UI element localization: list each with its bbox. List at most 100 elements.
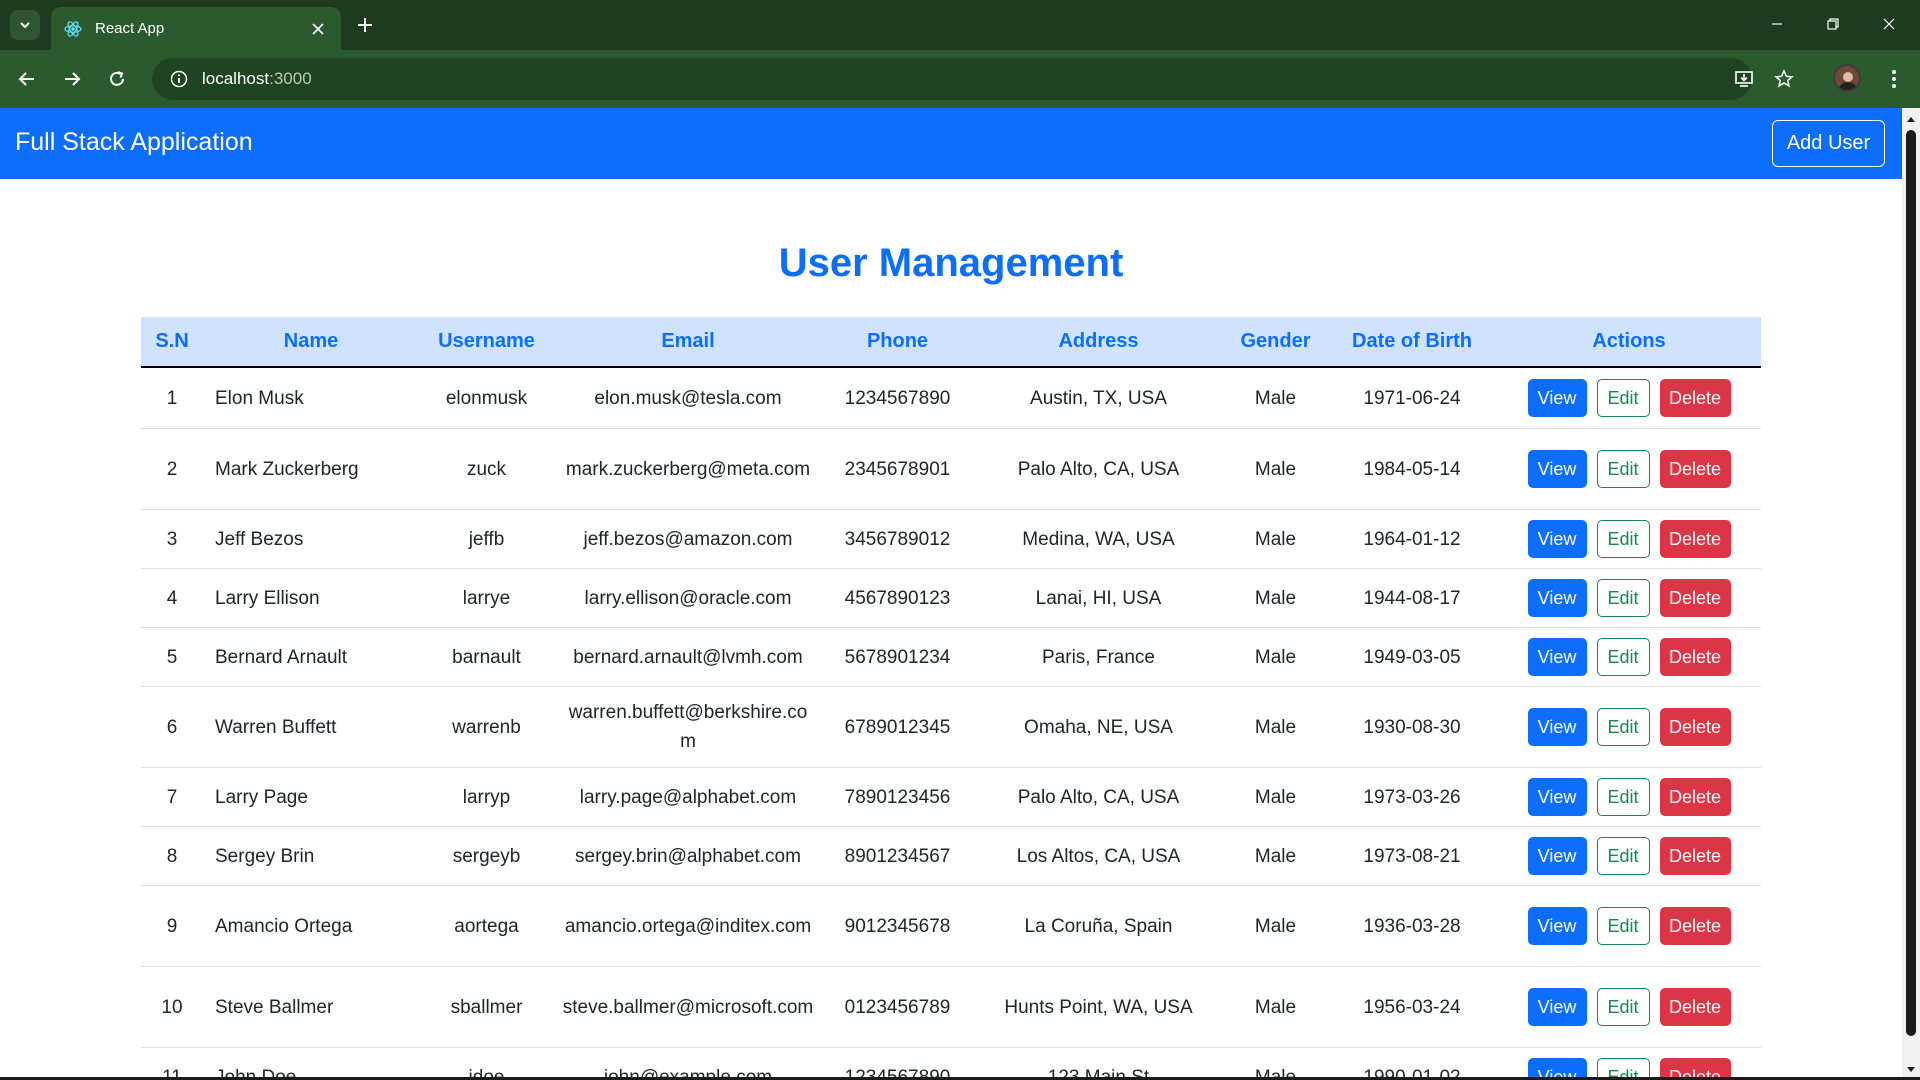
cell-username: sergeyb	[452, 845, 521, 867]
cell-name: Warren Buffett	[215, 716, 337, 738]
browser-menu-button[interactable]	[1878, 63, 1910, 95]
view-button[interactable]: View	[1527, 837, 1587, 875]
cell-sn: 2	[166, 458, 178, 480]
cell-sn: 10	[161, 996, 183, 1018]
edit-button[interactable]: Edit	[1596, 837, 1650, 875]
delete-button[interactable]: Delete	[1659, 379, 1731, 417]
cell-gender: Male	[1254, 996, 1297, 1018]
edit-button[interactable]: Edit	[1596, 450, 1650, 488]
app-navbar: Full Stack Application Add User	[0, 108, 1902, 179]
bookmark-button[interactable]	[1768, 63, 1800, 95]
view-button[interactable]: View	[1527, 778, 1587, 816]
reload-button[interactable]	[101, 63, 133, 95]
scrollbar-thumb[interactable]	[1906, 130, 1916, 1036]
profile-avatar[interactable]	[1833, 64, 1861, 92]
cell-sn: 4	[166, 587, 178, 609]
cell-actions: View Edit Delete	[1497, 628, 1761, 686]
chevron-down-icon	[20, 22, 30, 29]
edit-button[interactable]: Edit	[1596, 708, 1650, 746]
cell-address: Palo Alto, CA, USA	[1017, 458, 1180, 480]
cell-email: mark.zuckerberg@meta.com	[565, 458, 811, 480]
delete-button[interactable]: Delete	[1659, 907, 1731, 945]
users-table: S.N Name Username Email Phone Address Ge…	[141, 317, 1761, 1080]
view-button[interactable]: View	[1527, 907, 1587, 945]
install-app-button[interactable]	[1728, 63, 1760, 95]
view-button[interactable]: View	[1527, 379, 1587, 417]
cell-name: Elon Musk	[215, 387, 304, 409]
cell-actions: View Edit Delete	[1497, 368, 1761, 428]
tab-title: React App	[95, 20, 165, 37]
table-row: 7 Larry Page larryp larry.page@alphabet.com…	[141, 768, 1761, 827]
scroll-down-icon[interactable]	[1902, 1061, 1920, 1078]
tab-search-button[interactable]	[10, 10, 40, 40]
cell-name: Mark Zuckerberg	[215, 458, 359, 480]
cell-actions: View Edit Delete	[1497, 768, 1761, 826]
table-row: 6 Warren Buffett warrenb warren.buffett@ber…	[141, 687, 1761, 768]
page-scrollbar[interactable]	[1902, 108, 1920, 1080]
site-info-icon[interactable]	[168, 68, 190, 90]
column-header-phone: Phone	[866, 330, 929, 352]
cell-phone: 6789012345	[844, 716, 951, 738]
cell-address: Los Altos, CA, USA	[1016, 845, 1181, 867]
cell-phone: 1234567890	[844, 1066, 951, 1080]
cell-username: jeffb	[468, 528, 505, 550]
edit-button[interactable]: Edit	[1596, 520, 1650, 558]
cell-dob: 1971-06-24	[1363, 387, 1461, 409]
back-button[interactable]	[11, 63, 43, 95]
edit-button[interactable]: Edit	[1596, 907, 1650, 945]
view-button[interactable]: View	[1527, 708, 1587, 746]
view-button[interactable]: View	[1527, 988, 1587, 1026]
cell-email: larry.page@alphabet.com	[579, 786, 797, 808]
cell-username: zuck	[466, 458, 507, 480]
delete-button[interactable]: Delete	[1659, 579, 1731, 617]
delete-button[interactable]: Delete	[1659, 988, 1731, 1026]
app-brand[interactable]: Full Stack Application	[15, 128, 253, 157]
new-tab-button[interactable]	[352, 12, 378, 38]
table-header: S.N Name Username Email Phone Address Ge…	[141, 317, 1761, 368]
forward-button[interactable]	[56, 63, 88, 95]
delete-button[interactable]: Delete	[1659, 450, 1731, 488]
cell-gender: Male	[1254, 646, 1297, 668]
delete-button[interactable]: Delete	[1659, 708, 1731, 746]
delete-button[interactable]: Delete	[1659, 520, 1731, 558]
cell-gender: Male	[1254, 387, 1297, 409]
cell-gender: Male	[1254, 458, 1297, 480]
cell-dob: 1964-01-12	[1363, 528, 1461, 550]
edit-button[interactable]: Edit	[1596, 778, 1650, 816]
cell-email: sergey.brin@alphabet.com	[575, 845, 801, 867]
edit-button[interactable]: Edit	[1596, 579, 1650, 617]
delete-button[interactable]: Delete	[1659, 778, 1731, 816]
column-header-name: Name	[283, 330, 339, 352]
cell-dob: 1973-08-21	[1363, 845, 1461, 867]
cell-address: La Coruña, Spain	[1024, 915, 1173, 937]
close-tab-icon[interactable]	[307, 18, 329, 40]
delete-button[interactable]: Delete	[1659, 837, 1731, 875]
edit-button[interactable]: Edit	[1596, 988, 1650, 1026]
cell-phone: 5678901234	[844, 646, 951, 668]
delete-button[interactable]: Delete	[1659, 638, 1731, 676]
view-button[interactable]: View	[1527, 450, 1587, 488]
view-button[interactable]: View	[1527, 520, 1587, 558]
browser-tab[interactable]: React App	[51, 7, 341, 50]
cell-address: Paris, France	[1042, 646, 1155, 668]
table-row: 1 Elon Musk elonmusk elon.musk@tesla.com 123…	[141, 368, 1761, 429]
cell-username: barnault	[452, 646, 521, 668]
cell-gender: Male	[1254, 845, 1297, 867]
edit-button[interactable]: Edit	[1596, 638, 1650, 676]
close-window-button[interactable]	[1866, 8, 1912, 40]
view-button[interactable]: View	[1527, 579, 1587, 617]
column-header-actions: Actions	[1592, 330, 1666, 352]
cell-email: john@example.com	[603, 1066, 773, 1080]
cell-phone: 4567890123	[844, 587, 951, 609]
kebab-menu-icon	[1892, 70, 1896, 88]
cell-dob: 1936-03-28	[1363, 915, 1461, 937]
address-bar[interactable]: localhost:3000	[152, 58, 1752, 100]
edit-button[interactable]: Edit	[1596, 379, 1650, 417]
restore-button[interactable]	[1810, 8, 1856, 40]
cell-sn: 7	[166, 786, 178, 808]
add-user-button[interactable]: Add User	[1772, 120, 1885, 167]
minimize-button[interactable]	[1754, 8, 1800, 40]
scroll-up-icon[interactable]	[1902, 110, 1920, 127]
cell-username: jdoe	[468, 1066, 505, 1080]
view-button[interactable]: View	[1527, 638, 1587, 676]
